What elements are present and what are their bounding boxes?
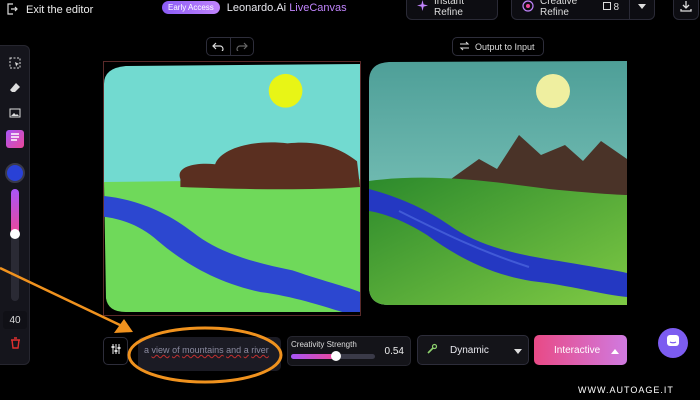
undo-button[interactable] xyxy=(207,38,231,55)
input-sketch-canvas[interactable] xyxy=(103,61,361,316)
output-to-input-button[interactable]: Output to Input xyxy=(452,37,544,56)
creative-refine-icon xyxy=(522,0,534,15)
mode-button[interactable]: Interactive xyxy=(534,335,627,365)
undo-redo-group xyxy=(206,37,254,56)
eraser-icon xyxy=(9,81,21,99)
output-render-canvas xyxy=(369,61,627,305)
image-tool[interactable] xyxy=(6,106,24,124)
select-icon xyxy=(9,56,21,74)
brush-tool[interactable] xyxy=(6,130,24,148)
sliders-icon xyxy=(110,342,122,360)
prompt-word: a xyxy=(243,345,249,355)
eraser-tool[interactable] xyxy=(6,81,24,99)
creative-refine-button[interactable]: Creative Refine 8 xyxy=(511,0,629,20)
watermark: WWW.AUTOAGE.IT xyxy=(578,385,674,395)
swap-icon xyxy=(459,41,470,53)
brush-size-slider[interactable] xyxy=(11,189,19,301)
app-title: Leonardo.Ai LiveCanvas xyxy=(227,2,347,14)
prompt-word: view xyxy=(151,345,170,355)
creative-refine-label: Creative Refine xyxy=(540,0,578,18)
app-name: Leonardo.Ai xyxy=(226,1,287,14)
chat-icon xyxy=(666,334,680,353)
drawing-toolbar: 40 xyxy=(0,45,30,365)
generation-settings-button[interactable] xyxy=(103,337,128,365)
brush-size-fill xyxy=(11,189,19,234)
creative-refine-dropdown[interactable] xyxy=(629,0,655,20)
brush-size-value[interactable]: 40 xyxy=(3,311,27,329)
chat-support-button[interactable] xyxy=(658,328,688,358)
brush-icon xyxy=(9,130,21,148)
brush-size-knob[interactable] xyxy=(10,228,20,239)
download-button[interactable] xyxy=(673,0,699,20)
caret-up-icon xyxy=(611,346,619,357)
redo-icon xyxy=(236,38,248,56)
exit-editor-button[interactable]: Exit the editor xyxy=(6,2,93,18)
creativity-strength-control: Creativity Strength 0.54 xyxy=(287,336,411,366)
app-mode: LiveCanvas xyxy=(289,1,347,14)
exit-editor-label: Exit the editor xyxy=(26,4,94,16)
creative-count: 8 xyxy=(603,1,619,13)
creativity-strength-label: Creativity Strength xyxy=(291,340,357,349)
style-icon xyxy=(426,343,438,358)
prompt-input[interactable]: a view of mountains and a river xyxy=(138,337,281,371)
annotation-arrowhead xyxy=(114,319,133,333)
caret-down-icon xyxy=(514,347,522,358)
creative-count-value: 8 xyxy=(613,1,619,13)
exit-icon xyxy=(6,2,18,18)
caret-down-icon xyxy=(638,2,646,13)
prompt-word: a xyxy=(144,345,150,355)
brush-color-swatch[interactable] xyxy=(5,163,25,183)
output-to-input-label: Output to Input xyxy=(475,41,535,52)
creativity-strength-fill xyxy=(291,354,337,359)
trash-icon xyxy=(10,336,21,354)
redo-button[interactable] xyxy=(231,38,254,55)
image-icon xyxy=(9,106,21,124)
early-access-badge: Early Access xyxy=(162,1,220,14)
instant-refine-label: Instant Refine xyxy=(434,0,465,18)
undo-icon xyxy=(212,38,224,56)
style-value: Dynamic xyxy=(450,344,489,356)
select-tool[interactable] xyxy=(6,56,24,74)
app-brand: Early Access Leonardo.Ai LiveCanvas xyxy=(162,1,347,14)
creativity-strength-knob[interactable] xyxy=(331,351,342,361)
prompt-word: of xyxy=(172,345,180,355)
clear-canvas-button[interactable] xyxy=(6,336,24,354)
creativity-strength-value: 0.54 xyxy=(384,346,404,357)
creativity-strength-slider[interactable] xyxy=(291,351,375,361)
image-count-icon xyxy=(603,1,612,13)
mode-label: Interactive xyxy=(554,344,601,356)
prompt-word: mountains xyxy=(182,345,224,355)
download-icon xyxy=(680,0,692,15)
prompt-word: and xyxy=(226,345,242,355)
instant-refine-button[interactable]: Instant Refine xyxy=(406,0,498,20)
style-dropdown[interactable]: Dynamic xyxy=(417,335,529,365)
sparkle-icon xyxy=(417,0,428,14)
prompt-word: river xyxy=(251,345,269,355)
